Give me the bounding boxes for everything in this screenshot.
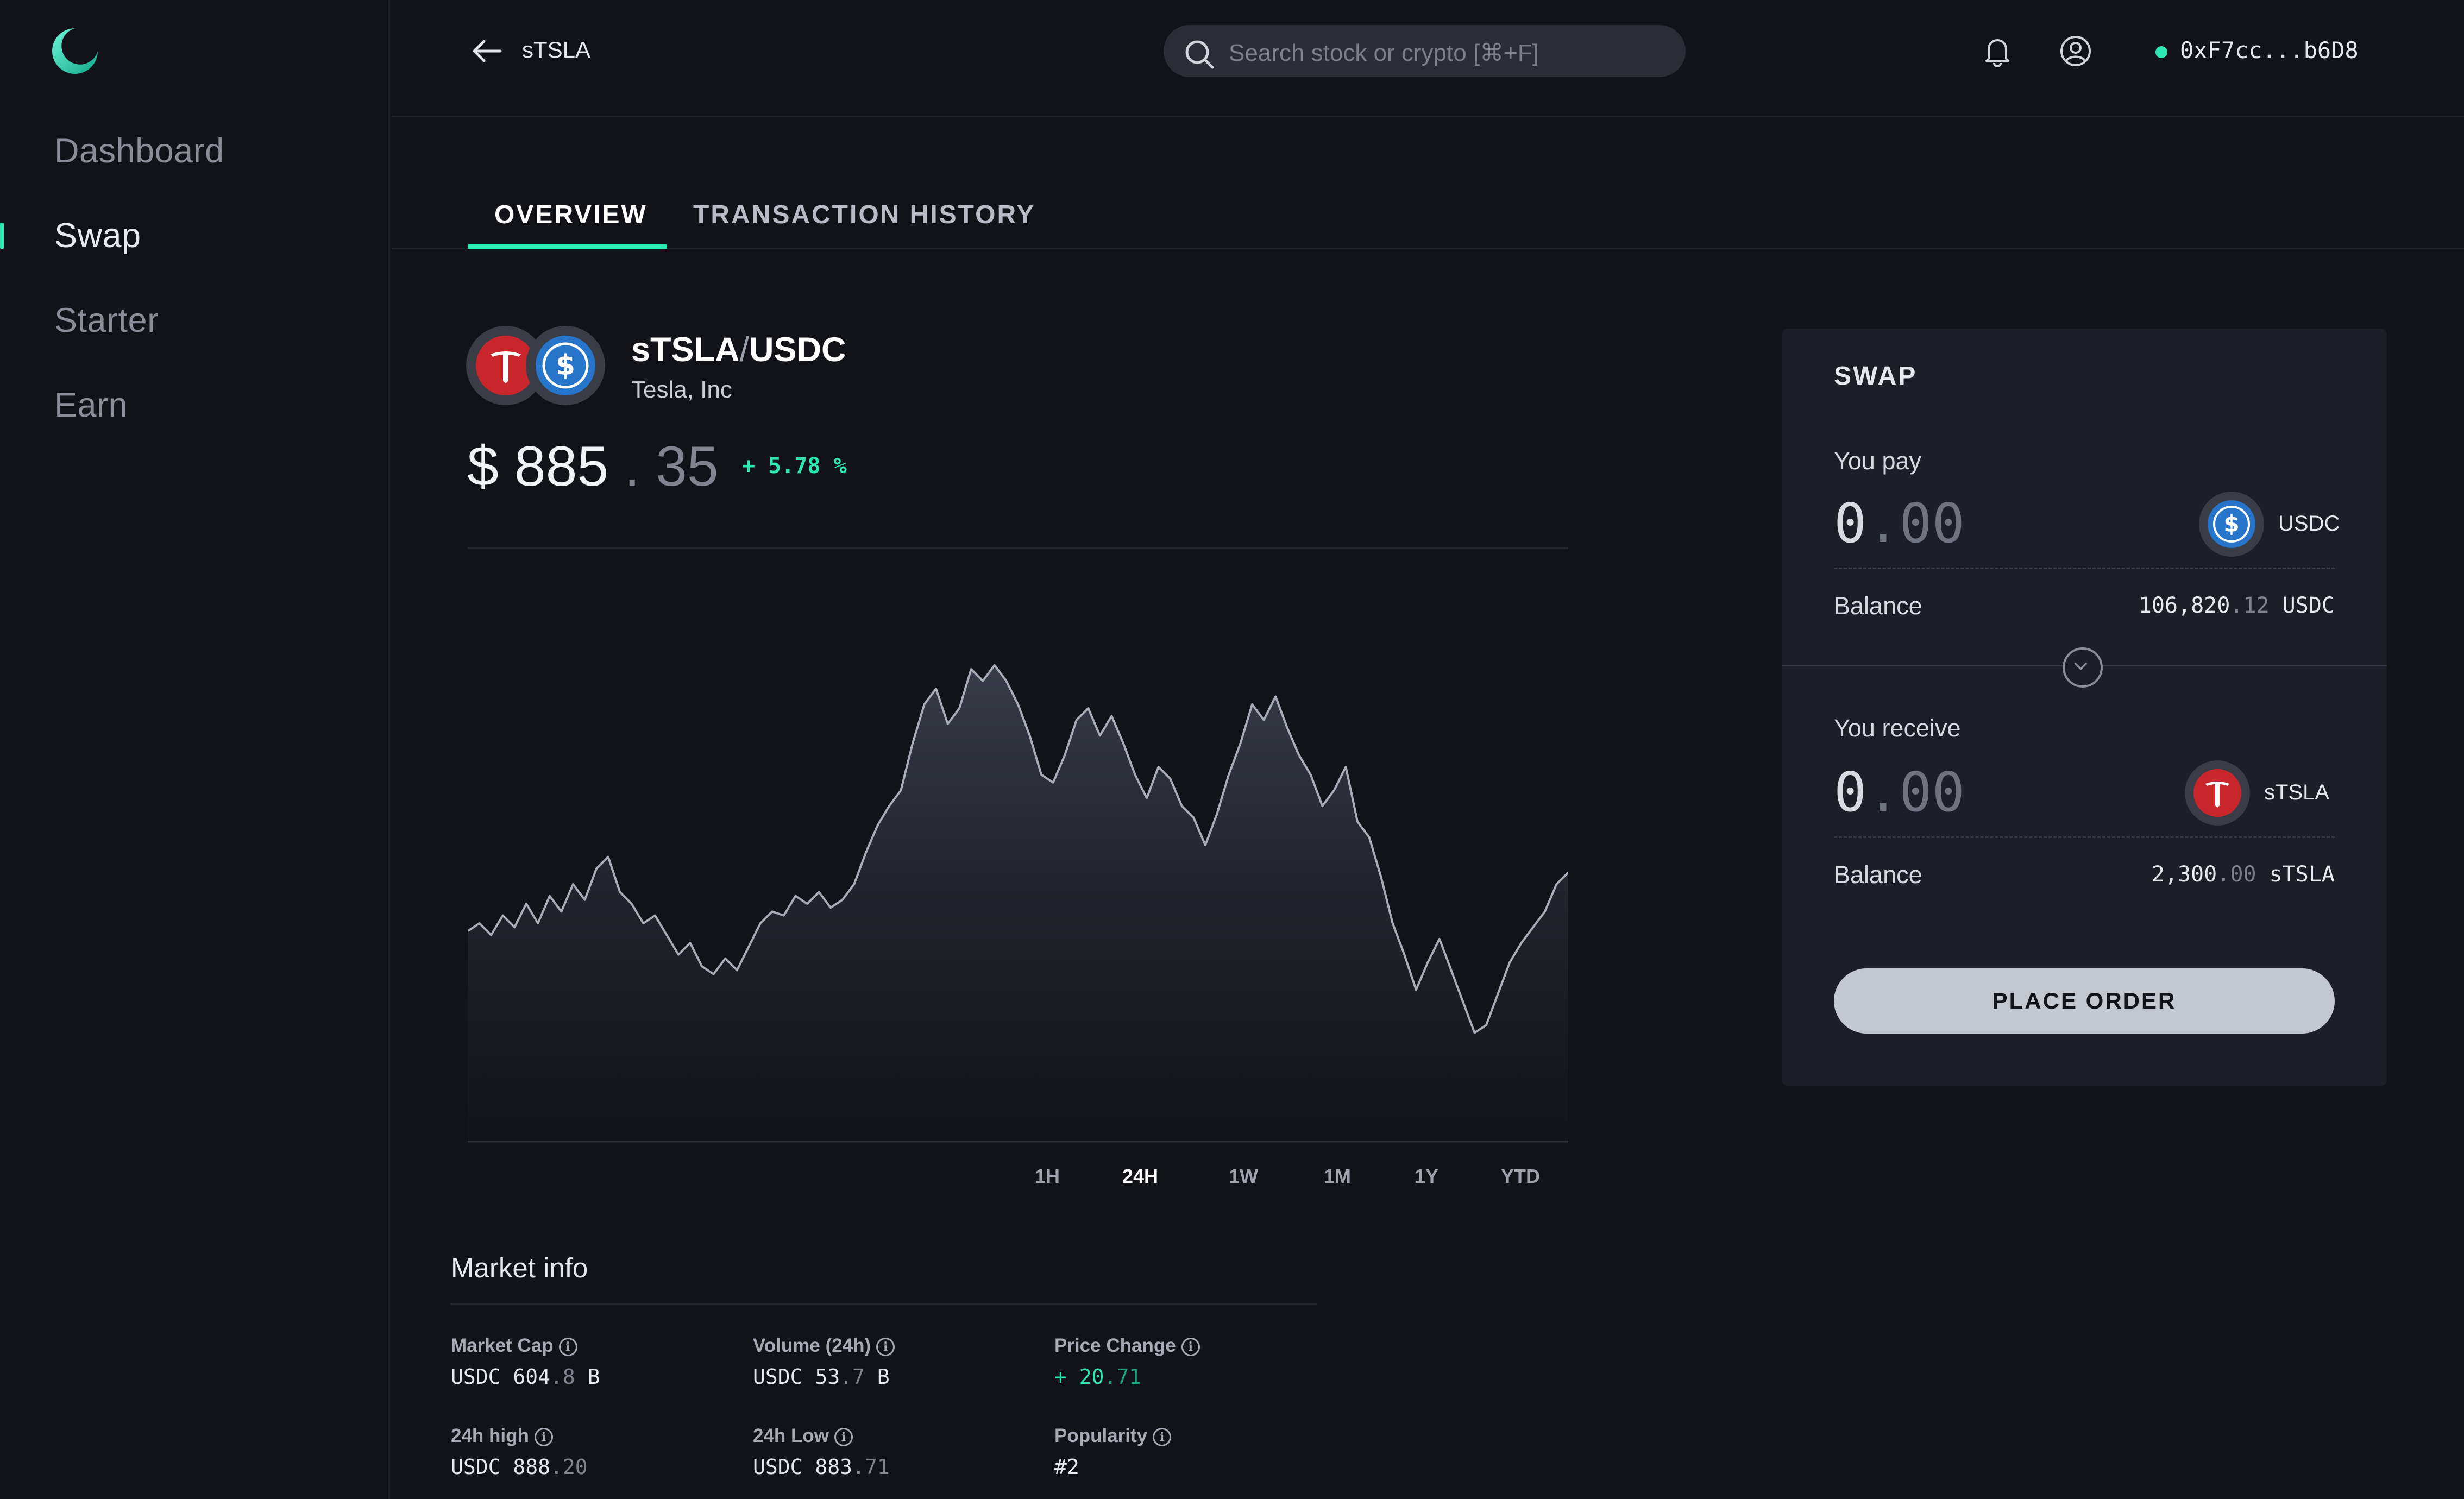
market-market-cap-value: USDC 604.8 B	[451, 1365, 600, 1389]
bell-icon[interactable]	[1980, 34, 2015, 68]
search-input[interactable]: Search stock or crypto [⌘+F]	[1164, 25, 1686, 77]
pay-token-name[interactable]: USDC	[2278, 512, 2340, 536]
tab-active-underline	[468, 244, 667, 249]
company-name: Tesla, Inc	[631, 376, 732, 403]
receive-balance-label: Balance	[1834, 861, 1922, 889]
arrow-left-icon[interactable]	[468, 35, 506, 67]
logo-icon[interactable]	[48, 24, 102, 78]
range-1y[interactable]: 1Y	[1415, 1165, 1438, 1188]
place-order-button[interactable]: PLACE ORDER	[1834, 968, 2335, 1034]
pay-balance-label: Balance	[1834, 592, 1922, 620]
range-1w[interactable]: 1W	[1229, 1165, 1258, 1188]
search-placeholder: Search stock or crypto [⌘+F]	[1229, 40, 1539, 66]
info-icon[interactable]: i	[534, 1428, 553, 1446]
tab-overview[interactable]: OVERVIEW	[494, 200, 648, 230]
top-bar: sTSLA Search stock or crypto [⌘+F] 0xF7c…	[392, 0, 2464, 117]
market-price-change-label: Price Change i	[1054, 1335, 1200, 1357]
range-ytd[interactable]: YTD	[1501, 1165, 1540, 1188]
info-icon[interactable]: i	[876, 1338, 895, 1356]
range-1h[interactable]: 1H	[1035, 1165, 1060, 1188]
sidebar: Dashboard Swap Starter Earn	[0, 0, 390, 1499]
market-24h-low-label: 24h Low i	[753, 1425, 853, 1447]
pair-name: sTSLA/USDC	[631, 331, 846, 369]
pay-amount-input[interactable]: 0.00	[1834, 492, 1965, 555]
receive-balance-value: 2,300.00 sTSLA	[2151, 862, 2335, 887]
wallet-address[interactable]: 0xF7cc...b6D8	[2180, 37, 2359, 64]
info-icon[interactable]: i	[558, 1338, 577, 1356]
price-change-badge: + 5.78 %	[742, 454, 847, 478]
receive-amount-input[interactable]: 0.00	[1834, 760, 1965, 824]
page-title: sTSLA	[522, 37, 591, 62]
market-popularity-label: Popularity i	[1054, 1425, 1172, 1447]
market-24h-low-value: USDC 883.71	[753, 1455, 890, 1479]
info-icon[interactable]: i	[834, 1428, 853, 1446]
pay-divider	[1834, 568, 2335, 569]
market-market-cap-label: Market Cap i	[451, 1335, 577, 1357]
sidebar-item-swap[interactable]: Swap	[54, 216, 141, 255]
market-info-divider	[451, 1303, 1317, 1305]
market-24h-high-value: USDC 888.20	[451, 1455, 588, 1479]
chevron-down-icon[interactable]	[2063, 647, 2103, 688]
info-icon[interactable]: i	[1181, 1338, 1200, 1356]
usdc-icon[interactable]: $	[2199, 492, 2264, 557]
receive-divider	[1834, 836, 2335, 838]
market-volume-24h-value: USDC 53.7 B	[753, 1365, 890, 1389]
user-circle-icon[interactable]	[2058, 34, 2093, 68]
market-volume-24h-label: Volume (24h) i	[753, 1335, 895, 1357]
swap-title: SWAP	[1834, 362, 1918, 391]
sidebar-item-dashboard[interactable]: Dashboard	[54, 131, 224, 171]
price-chart[interactable]	[468, 549, 1568, 1143]
price-display: $ 885 . 35	[467, 435, 719, 498]
tab-transaction-history[interactable]: TRANSACTION HISTORY	[693, 200, 1035, 230]
you-pay-label: You pay	[1834, 447, 1921, 475]
range-1m[interactable]: 1M	[1324, 1165, 1351, 1188]
search-icon	[1185, 40, 1214, 69]
market-price-change-value: + 20.71	[1054, 1365, 1142, 1389]
market-popularity-value: #2	[1054, 1455, 1079, 1479]
svg-text:$: $	[556, 349, 575, 382]
nav-active-indicator	[0, 223, 4, 249]
swap-panel: SWAP You pay 0.00 $ USDC Balance 106,820…	[1782, 329, 2387, 1086]
info-icon[interactable]: i	[1153, 1428, 1172, 1446]
range-24h[interactable]: 24H	[1122, 1165, 1158, 1188]
sidebar-item-earn[interactable]: Earn	[54, 386, 128, 425]
market-24h-high-label: 24h high i	[451, 1425, 553, 1447]
usdc-icon: $	[526, 326, 605, 405]
wallet-status-dot	[2155, 46, 2167, 58]
market-info-title: Market info	[451, 1252, 588, 1283]
pay-balance-value: 106,820.12 USDC	[2138, 593, 2335, 618]
svg-text:$: $	[2223, 511, 2239, 537]
sidebar-item-starter[interactable]: Starter	[54, 301, 159, 340]
tesla-icon[interactable]	[2185, 760, 2250, 826]
you-receive-label: You receive	[1834, 714, 1961, 742]
tabs-divider	[392, 248, 2464, 249]
receive-token-name[interactable]: sTSLA	[2264, 780, 2329, 805]
